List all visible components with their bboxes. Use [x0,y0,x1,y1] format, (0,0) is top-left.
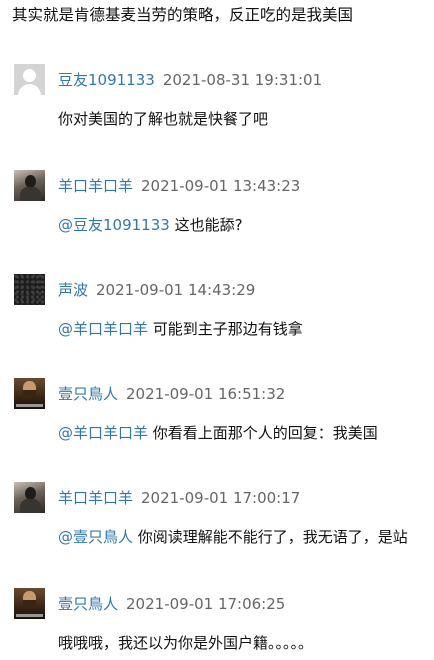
comment-text: 哦哦哦，我还以为你是外国户籍。。。。。 [58,633,313,653]
comment-body: 你对美国的了解也就是快餐了吧 [58,110,269,128]
comment-author-link[interactable]: 羊口羊口羊 [58,489,133,507]
reply-mention-link[interactable]: @羊口羊口羊 [58,320,148,338]
comment-meta: 羊口羊口羊 2021-09-01 17:00:17 [58,488,300,508]
comment-author-link[interactable]: 声波 [58,281,88,299]
comment-author-link[interactable]: 壹只鳥人 [58,595,118,613]
comment-time: 2021-08-31 19:31:01 [162,71,323,89]
bearded-man-avatar-icon[interactable] [14,378,45,409]
comment-body: 哦哦哦，我还以为你是外国户籍。。。。。 [58,634,314,652]
comment-text: @羊口羊口羊 可能到主子那边有钱拿 [58,319,303,339]
comment-meta: 壹只鳥人 2021-09-01 16:51:32 [58,384,285,404]
default-user-avatar-icon[interactable] [14,64,45,95]
comment-author-link[interactable]: 壹只鳥人 [58,385,118,403]
comment-meta: 豆友1091133 2021-08-31 19:31:01 [58,70,322,90]
comment-time: 2021-09-01 16:51:32 [126,385,286,403]
comment-body: 你看看上面那个人的回复：我美国 [152,424,378,442]
comment-time: 2021-09-01 17:00:17 [141,489,301,507]
comment-time: 2021-09-01 14:43:29 [96,281,256,299]
comment-text: @豆友1091133 这也能舔? [58,215,243,235]
comment-text: @羊口羊口羊 你看看上面那个人的回复：我美国 [58,423,378,443]
person-photo-avatar-icon[interactable] [14,170,45,201]
comment-meta: 壹只鳥人 2021-09-01 17:06:25 [58,594,285,614]
comment-meta: 羊口羊口羊 2021-09-01 13:43:23 [58,176,300,196]
comment-time: 2021-09-01 13:43:23 [141,177,301,195]
comment-text: @壹只鳥人 你阅读理解能不能行了，我无语了，是站 [58,527,408,547]
comment-text: 你对美国的了解也就是快餐了吧 [58,109,268,129]
comment-body: 这也能舔? [174,216,243,234]
comment-body: 可能到主子那边有钱拿 [152,320,303,338]
comment-author-link[interactable]: 豆友1091133 [58,71,155,89]
previous-comment-text: 其实就是肯德基麦当劳的策略，反正吃的是我美国 [12,6,354,24]
comment-author-link[interactable]: 羊口羊口羊 [58,177,133,195]
dark-texture-avatar-icon[interactable] [14,274,45,305]
comment-time: 2021-09-01 17:06:25 [126,595,286,613]
person-photo-avatar-icon[interactable] [14,482,45,513]
reply-mention-link[interactable]: @壹只鳥人 [58,528,133,546]
bearded-man-avatar-icon[interactable] [14,588,45,619]
comment-meta: 声波 2021-09-01 14:43:29 [58,280,255,300]
reply-mention-link[interactable]: @羊口羊口羊 [58,424,148,442]
reply-mention-link[interactable]: @豆友1091133 [58,216,170,234]
comment-body: 你阅读理解能不能行了，我无语了，是站 [137,528,408,546]
